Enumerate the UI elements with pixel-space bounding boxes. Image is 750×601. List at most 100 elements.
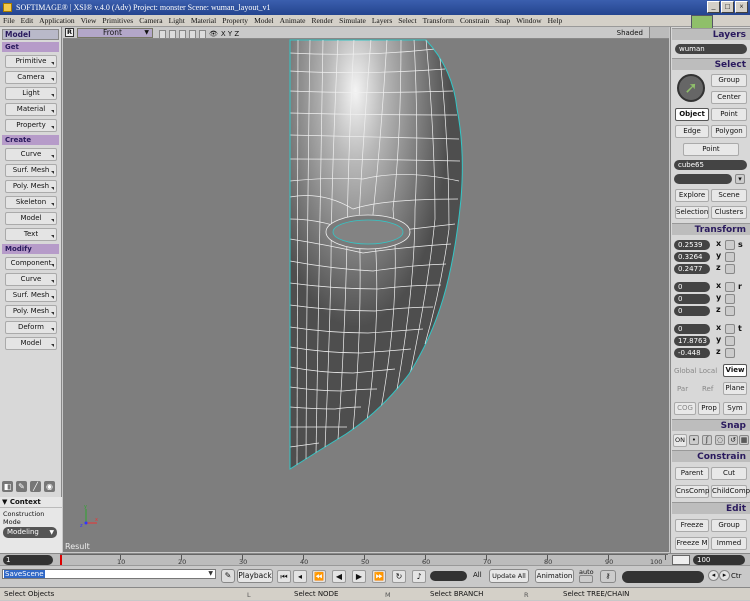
- menu-edit[interactable]: Edit: [18, 15, 37, 26]
- modify-component-button[interactable]: Component: [5, 257, 57, 270]
- rotation-z-label[interactable]: z: [716, 305, 721, 314]
- modify-model-button[interactable]: Model: [5, 337, 57, 350]
- create-surf-mesh-button[interactable]: Surf. Mesh: [5, 164, 57, 177]
- create-skeleton-button[interactable]: Skeleton: [5, 196, 57, 209]
- freeze-m-button[interactable]: Freeze M: [675, 537, 709, 550]
- get-section-header[interactable]: Get: [2, 42, 59, 52]
- first-frame-icon[interactable]: ⏮: [277, 570, 291, 583]
- snap-grid-icon[interactable]: ▦: [739, 435, 749, 445]
- modify-poly-mesh-button[interactable]: Poly. Mesh: [5, 305, 57, 318]
- snap-header[interactable]: Snap: [672, 419, 750, 431]
- viewport-tool-2[interactable]: [169, 29, 176, 39]
- play-backward-icon[interactable]: ◀: [332, 570, 346, 583]
- freeze-button[interactable]: Freeze: [675, 519, 709, 532]
- menu-primitives[interactable]: Primitives: [99, 15, 136, 26]
- model-toolbar-icon[interactable]: ◧: [2, 481, 13, 492]
- fast-forward-icon[interactable]: ⏩: [372, 570, 386, 583]
- toolbar-mode-selector[interactable]: Model: [2, 29, 59, 40]
- prev-key-icon[interactable]: ◂: [293, 570, 307, 583]
- rotation-y-icon[interactable]: [725, 294, 735, 304]
- menu-light[interactable]: Light: [166, 15, 188, 26]
- translation-z-field[interactable]: -0.448: [674, 348, 710, 358]
- scale-x-field[interactable]: 0.2539: [674, 240, 710, 250]
- menu-transform[interactable]: Transform: [420, 15, 457, 26]
- get-camera-button[interactable]: Camera: [5, 71, 57, 84]
- edit-header[interactable]: Edit: [672, 502, 750, 514]
- menu-constrain[interactable]: Constrain: [457, 15, 492, 26]
- menu-material[interactable]: Material: [188, 15, 219, 26]
- construction-mode-select[interactable]: Modeling: [3, 527, 57, 538]
- display-mode-menu[interactable]: Shaded: [617, 27, 643, 39]
- selection-filter-icon[interactable]: ▾: [735, 174, 745, 184]
- viewport-tool-5[interactable]: [199, 29, 206, 39]
- menu-model[interactable]: Model: [251, 15, 277, 26]
- selected-object-name[interactable]: cube65: [674, 160, 747, 170]
- update-all-button[interactable]: Update All: [489, 569, 529, 583]
- snap-points-icon[interactable]: •: [689, 435, 699, 445]
- translation-y-icon[interactable]: [725, 336, 735, 346]
- snap-curve-icon[interactable]: ʃ: [702, 435, 712, 445]
- create-curve-button[interactable]: Curve: [5, 148, 57, 161]
- ctr-label[interactable]: Ctr: [731, 572, 742, 580]
- prop-button[interactable]: Prop: [698, 402, 720, 415]
- menu-select[interactable]: Select: [395, 15, 419, 26]
- modify-deform-button[interactable]: Deform: [5, 321, 57, 334]
- local-ref-button[interactable]: Local: [699, 367, 717, 375]
- rotation-y-label[interactable]: y: [716, 293, 721, 302]
- create-text-button[interactable]: Text: [5, 228, 57, 241]
- scale-key[interactable]: s: [738, 240, 743, 249]
- edit-group-button[interactable]: Group: [711, 519, 747, 532]
- next-keyframe-icon[interactable]: ▸: [719, 570, 730, 581]
- cog-button[interactable]: COG: [674, 402, 696, 415]
- rotation-key[interactable]: r: [738, 282, 742, 291]
- translation-key[interactable]: t: [738, 324, 742, 333]
- polygon-select-button[interactable]: Polygon: [711, 125, 747, 138]
- menu-snap[interactable]: Snap: [492, 15, 513, 26]
- view-ref-button[interactable]: View: [723, 364, 747, 377]
- snap-cycle-icon[interactable]: ↺: [728, 435, 738, 445]
- viewport-tool-3[interactable]: [179, 29, 186, 39]
- selection-filter-field[interactable]: [674, 174, 732, 184]
- get-material-button[interactable]: Material: [5, 103, 57, 116]
- select-tool-icon[interactable]: ➚: [677, 74, 705, 102]
- selection-button[interactable]: Selection: [675, 206, 709, 219]
- timeline-start-field[interactable]: 1: [3, 555, 53, 565]
- scale-x-label[interactable]: x: [716, 239, 721, 248]
- animate-toolbar-icon[interactable]: ✎: [16, 481, 27, 492]
- menu-application[interactable]: Application: [36, 15, 77, 26]
- scale-y-icon[interactable]: [725, 252, 735, 262]
- menu-help[interactable]: Help: [545, 15, 566, 26]
- par-ref-button[interactable]: Par: [677, 385, 688, 393]
- playback-menu-button[interactable]: Playback: [237, 569, 273, 583]
- immed-button[interactable]: Immed: [711, 537, 747, 550]
- select-header[interactable]: Select: [672, 58, 750, 70]
- transform-header[interactable]: Transform: [672, 223, 750, 235]
- menu-property[interactable]: Property: [219, 15, 251, 26]
- scale-x-icon[interactable]: [725, 240, 735, 250]
- simulate-toolbar-icon[interactable]: ◉: [44, 481, 55, 492]
- current-frame-field[interactable]: [430, 571, 467, 581]
- viewport[interactable]: R Front 👁 X Y Z Shaded: [63, 27, 669, 552]
- parent-button[interactable]: Parent: [675, 467, 709, 480]
- rotation-x-label[interactable]: x: [716, 281, 721, 290]
- translation-x-icon[interactable]: [725, 324, 735, 334]
- translation-y-label[interactable]: y: [716, 335, 721, 344]
- viewport-camera-menu[interactable]: Front: [77, 28, 153, 38]
- scale-z-icon[interactable]: [725, 264, 735, 274]
- scale-z-label[interactable]: z: [716, 263, 721, 272]
- timeline[interactable]: 1 10 20 30 40 50 60 70 80 90 100 100: [0, 553, 750, 567]
- menu-window[interactable]: Window: [513, 15, 545, 26]
- get-primitive-button[interactable]: Primitive: [5, 55, 57, 68]
- rotation-z-field[interactable]: 0: [674, 306, 710, 316]
- current-layer-select[interactable]: wuman: [675, 44, 747, 54]
- menu-render[interactable]: Render: [308, 15, 336, 26]
- translation-y-field[interactable]: 17.8763: [674, 336, 710, 346]
- play-forward-icon[interactable]: ▶: [352, 570, 366, 583]
- translation-x-label[interactable]: x: [716, 323, 721, 332]
- cut-button[interactable]: Cut: [711, 467, 747, 480]
- rewind-icon[interactable]: ⏪: [312, 570, 326, 583]
- render-toolbar-icon[interactable]: ╱: [30, 481, 41, 492]
- menu-animate[interactable]: Animate: [277, 15, 309, 26]
- maximize-button[interactable]: □: [721, 1, 734, 13]
- rotation-x-icon[interactable]: [725, 282, 735, 292]
